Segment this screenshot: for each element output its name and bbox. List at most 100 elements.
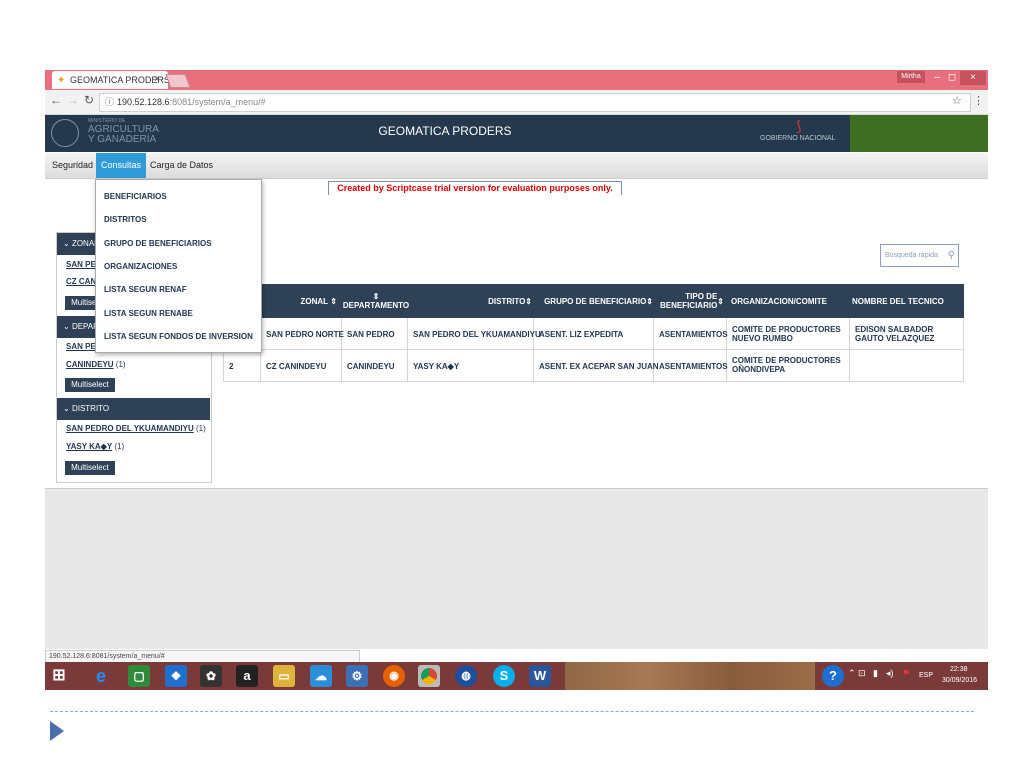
col-divider (341, 318, 342, 381)
col-header-grupo[interactable]: GRUPO DE BENEFICIARIO ⇕ (537, 284, 653, 318)
row1-grupo: ASENT. LIZ EXPEDITA (539, 330, 624, 339)
amazon-icon[interactable]: a (236, 665, 258, 687)
address-text: 190.52.128.6:8081/system/a_menu/# (117, 94, 266, 111)
col-header-organizacion[interactable]: ORGANIZACION/COMITE (731, 284, 846, 318)
departamento-multiselect-button[interactable]: Multiselect (65, 378, 115, 392)
col-header-tipo[interactable]: TIPO DE BENEFICIARIO ⇕ (656, 284, 724, 318)
back-icon[interactable]: ← (50, 93, 62, 107)
filter-distrito-title: DISTRITO (71, 404, 110, 413)
sort-icon: ⇕ (372, 292, 380, 301)
menu-item-distritos[interactable]: DISTRITOS (104, 215, 147, 224)
flag-icon[interactable]: ⚑ (902, 668, 910, 679)
filter-distrito-link-1[interactable]: SAN PEDRO DEL YKUAMANDIYU (1) (66, 424, 206, 433)
clock-time[interactable]: 22:38 (950, 666, 968, 673)
browser-menu-icon[interactable]: ⋮ (973, 94, 984, 107)
col-header-distrito[interactable]: DISTRITO ⇕ (410, 284, 532, 318)
onedrive-icon[interactable]: ☁ (310, 665, 332, 687)
file-explorer-icon[interactable]: ▭ (273, 665, 295, 687)
network-icon[interactable]: ⊡ (858, 668, 866, 679)
menu-item-lista-renabe[interactable]: LISTA SEGUN RENABE (104, 309, 193, 318)
menu-item-organizaciones[interactable]: ORGANIZACIONES (104, 262, 177, 271)
language-indicator[interactable]: ESP (919, 672, 933, 679)
address-bar[interactable]: ⓘ 190.52.128.6:8081/system/a_menu/# (99, 93, 971, 112)
status-url: 190.52.128.6:8081/system/a_menu/# (49, 653, 165, 660)
url-host: 190.52.128.6 (117, 97, 170, 107)
col-divider (726, 318, 727, 381)
minimize-button[interactable]: – (930, 71, 944, 85)
word-icon[interactable]: W (529, 665, 551, 687)
reload-icon[interactable]: ↻ (84, 93, 94, 107)
restore-button[interactable]: ◻ (945, 71, 959, 85)
menu-seguridad[interactable]: Seguridad (47, 153, 98, 178)
col-divider (653, 318, 654, 381)
menu-item-lista-fondos[interactable]: LISTA SEGUN FONDOS DE INVERSION (104, 332, 253, 341)
browser-globe-icon[interactable]: ◍ (455, 665, 477, 687)
ministry-logo: MINISTERIO DE AGRICULTURA Y GANADERÍA (48, 117, 173, 149)
quick-search-input[interactable]: Búsqueda rápida ⚲ (880, 244, 959, 267)
distrito-multiselect-button[interactable]: Multiselect (65, 461, 115, 475)
app-title: GEOMATICA PRODERS (378, 124, 512, 138)
photos-icon[interactable]: ✿ (200, 665, 222, 687)
gov-logo-text: GOBIERNO NACIONAL (760, 135, 836, 142)
col-header-label: ZONAL (300, 296, 329, 306)
sort-icon: ⇕ (717, 296, 724, 306)
clock-date[interactable]: 30/09/2016 (942, 677, 977, 684)
quick-search-placeholder: Búsqueda rápida (885, 252, 938, 259)
col-header-label: ORGANIZACION/COMITE (731, 296, 827, 306)
col-header-zonal[interactable]: ZONAL ⇕ (262, 284, 338, 318)
firefox-icon[interactable]: ◉ (383, 665, 405, 687)
browser-user-badge[interactable]: Mirtha (897, 71, 925, 83)
ministry-line2: Y GANADERÍA (88, 134, 157, 145)
browser-tab[interactable]: ✦ GEOMATICA PRODERS × (52, 71, 170, 89)
battery-icon[interactable]: ▮ (873, 668, 878, 679)
row2-distrito: YASY KA◆Y (413, 362, 460, 371)
empty-page-area (45, 489, 988, 649)
chevron-down-icon: ⌄ (63, 322, 70, 331)
sort-icon: ⇕ (525, 296, 532, 306)
help-icon[interactable]: ? (822, 665, 844, 687)
col-header-tecnico[interactable]: NOMBRE DEL TECNICO (852, 284, 962, 318)
chrome-icon[interactable] (418, 665, 440, 687)
tab-close-icon[interactable]: × (154, 74, 160, 85)
col-header-label: TIPO DE BENEFICIARIO (659, 292, 718, 310)
site-info-icon[interactable]: ⓘ (105, 94, 114, 111)
col-header-label: NOMBRE DEL TECNICO (852, 296, 944, 306)
trial-banner: Created by Scriptcase trial version for … (328, 181, 622, 196)
menu-carga-de-datos[interactable]: Carga de Datos (145, 153, 218, 178)
menu-item-beneficiarios[interactable]: BENEFICIARIOS (104, 192, 167, 201)
row2-tipo: ASENTAMIENTOS (659, 362, 728, 371)
tray-arrow-icon[interactable]: ⌃ (848, 668, 856, 679)
menu-item-grupo-beneficiarios[interactable]: GRUPO DE BENEFICIARIOS (104, 239, 212, 248)
menu-item-lista-renaf[interactable]: LISTA SEGUN RENAF (104, 285, 187, 294)
close-window-button[interactable]: × (960, 71, 986, 85)
header-green-panel (850, 115, 988, 152)
taskbar-wallpaper (565, 662, 815, 690)
search-icon[interactable]: ⚲ (948, 245, 955, 266)
col-header-departamento[interactable]: ⇕ DEPARTAMENTO (343, 284, 409, 318)
row1-departamento: SAN PEDRO (347, 330, 395, 339)
filter-count: (1) (115, 360, 126, 369)
volume-icon[interactable]: ◂) (886, 668, 894, 679)
skype-icon[interactable]: S (493, 665, 515, 687)
network-app-icon[interactable]: ⚙ (346, 665, 368, 687)
slide-divider (50, 711, 974, 712)
row2-grupo: ASENT. EX ACEPAR SAN JUAN (539, 362, 659, 371)
filter-distrito-link-2[interactable]: YASY KA◆Y (1) (66, 442, 124, 451)
filter-distrito-link-2-label: YASY KA◆Y (66, 442, 113, 451)
edge-icon[interactable]: e (90, 665, 112, 687)
forward-icon[interactable]: → (67, 93, 79, 107)
col-header-label: DISTRITO (488, 296, 526, 306)
windows-start-icon[interactable]: ⊞ (48, 665, 70, 687)
chevron-down-icon: ⌄ (63, 404, 70, 413)
row1-zonal: SAN PEDRO NORTE (266, 330, 344, 339)
bookmark-star-icon[interactable]: ☆ (952, 94, 962, 107)
col-divider (533, 318, 534, 381)
filter-departamento-link-2[interactable]: CANINDEYU (1) (66, 360, 126, 369)
ministry-seal-icon (51, 119, 79, 147)
dropbox-icon[interactable]: ❖ (165, 665, 187, 687)
chevron-down-icon: ⌄ (63, 239, 70, 248)
menu-consultas[interactable]: Consultas (96, 153, 147, 178)
filter-distrito-header[interactable]: ⌄ DISTRITO (57, 398, 210, 420)
store-icon[interactable]: ▢ (128, 665, 150, 687)
filter-departamento-link-2-label: CANINDEYU (66, 360, 114, 369)
